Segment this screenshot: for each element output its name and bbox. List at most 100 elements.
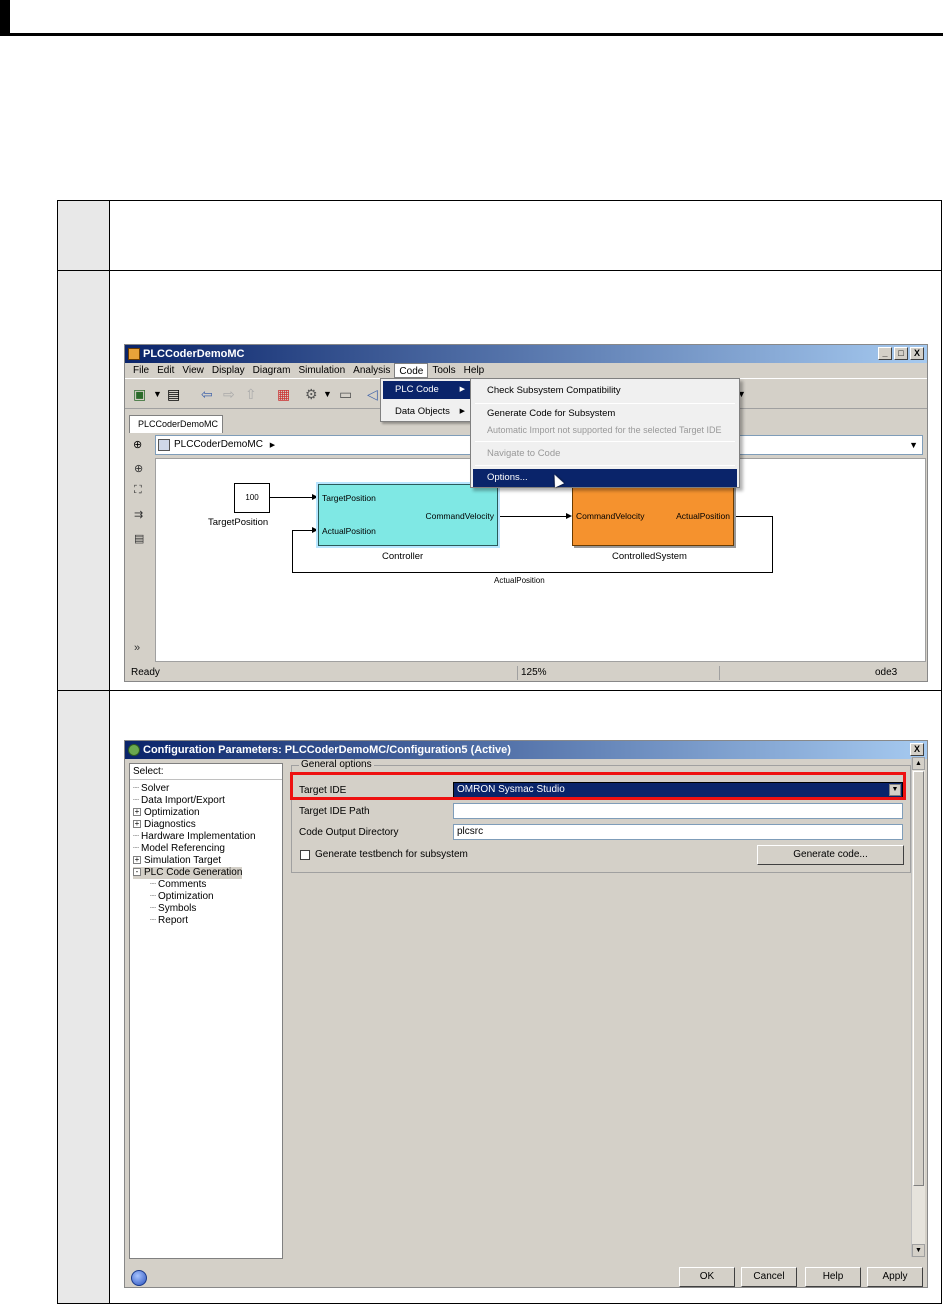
menu-item-check-compatibility[interactable]: Check Subsystem Compatibility bbox=[473, 382, 737, 400]
model-explorer-icon[interactable]: ▭ bbox=[339, 385, 352, 403]
feedback-line[interactable] bbox=[292, 530, 293, 572]
expand-icon[interactable]: + bbox=[133, 856, 141, 865]
tree-item-comments[interactable]: ┈ Comments bbox=[150, 879, 206, 891]
save-icon[interactable]: ▤ bbox=[167, 385, 180, 403]
tree-item-label: Optimization bbox=[144, 807, 200, 818]
config-gear-icon bbox=[128, 744, 140, 756]
scroll-thumb[interactable] bbox=[913, 771, 924, 1186]
tree-connector: ┈ bbox=[133, 843, 140, 854]
tree-connector: ┈ bbox=[150, 903, 157, 914]
expand-icon[interactable]: + bbox=[133, 808, 141, 817]
menu-file[interactable]: File bbox=[129, 363, 153, 378]
breadcrumb[interactable]: PLCCoderDemoMC bbox=[174, 439, 263, 450]
hide-explorer-icon[interactable]: ⊕ bbox=[133, 438, 142, 451]
feedback-line[interactable] bbox=[292, 530, 314, 531]
step-back-icon[interactable]: ◁ bbox=[367, 385, 378, 403]
tree-connector: ┈ bbox=[150, 915, 157, 926]
zoom-level: 125% bbox=[521, 667, 547, 678]
close-button[interactable]: X bbox=[910, 347, 924, 360]
simulink-titlebar[interactable]: PLCCoderDemoMC _ □ X bbox=[125, 345, 927, 363]
signal-route-icon[interactable]: ⇉ bbox=[134, 508, 143, 521]
menu-edit[interactable]: Edit bbox=[153, 363, 178, 378]
settings-gear-icon[interactable]: ⚙ bbox=[305, 385, 318, 403]
controlled-system-subsystem[interactable]: CommandVelocity ActualPosition bbox=[572, 484, 734, 546]
scroll-down-icon[interactable]: ▼ bbox=[912, 1244, 925, 1257]
menu-analysis[interactable]: Analysis bbox=[349, 363, 394, 378]
target-ide-path-input[interactable] bbox=[453, 803, 903, 819]
submenu-arrow-icon: ▶ bbox=[459, 386, 465, 393]
expand-toolstrip-icon[interactable]: » bbox=[134, 642, 140, 654]
dialog-titlebar[interactable]: Configuration Parameters: PLCCoderDemoMC… bbox=[125, 741, 927, 759]
tree-connector: ┈ bbox=[133, 831, 140, 842]
status-text: Ready bbox=[131, 667, 160, 678]
menu-display[interactable]: Display bbox=[208, 363, 249, 378]
tree-item-data-import-export[interactable]: ┈ Data Import/Export bbox=[133, 795, 225, 807]
tree-item-model-referencing[interactable]: ┈ Model Referencing bbox=[133, 843, 225, 855]
scroll-up-icon[interactable]: ▲ bbox=[912, 757, 925, 770]
config-parameters-dialog: Configuration Parameters: PLCCoderDemoMC… bbox=[124, 740, 928, 1288]
signal-line[interactable] bbox=[772, 516, 773, 572]
dialog-close-button[interactable]: X bbox=[910, 743, 924, 756]
tree-item-solver[interactable]: ┈ Solver bbox=[133, 783, 169, 795]
menu-diagram[interactable]: Diagram bbox=[249, 363, 295, 378]
model-canvas[interactable]: 100 TargetPosition TargetPosition Actual… bbox=[155, 458, 926, 662]
controller-subsystem[interactable]: TargetPosition ActualPosition CommandVel… bbox=[316, 482, 500, 548]
new-dropdown-icon[interactable]: ▼ bbox=[153, 385, 162, 403]
menu-view[interactable]: View bbox=[178, 363, 208, 378]
constant-block[interactable]: 100 bbox=[234, 483, 270, 513]
apply-button[interactable]: Apply bbox=[867, 1267, 923, 1287]
code-output-input[interactable]: plcsrc bbox=[453, 824, 903, 840]
menu-item-data-objects[interactable]: Data Objects ▶ bbox=[383, 403, 471, 421]
menu-item-options[interactable]: Options... bbox=[473, 469, 737, 487]
collapse-icon[interactable]: - bbox=[133, 868, 141, 877]
menu-code[interactable]: Code bbox=[394, 363, 429, 378]
up-arrow-icon[interactable]: ⇧ bbox=[245, 385, 257, 403]
tree-item-report[interactable]: ┈ Report bbox=[150, 915, 188, 927]
zoom-icon[interactable]: ⊕ bbox=[134, 462, 143, 475]
help-icon[interactable] bbox=[131, 1270, 147, 1286]
tree-item-hardware[interactable]: ┈ Hardware Implementation bbox=[133, 831, 256, 843]
menu-simulation[interactable]: Simulation bbox=[294, 363, 349, 378]
tree-item-plc-code-generation[interactable]: - PLC Code Generation bbox=[133, 867, 243, 879]
controller-input-port: ActualPosition bbox=[322, 526, 376, 536]
signal-line[interactable] bbox=[734, 516, 772, 517]
menu-separator bbox=[475, 403, 735, 404]
menu-item-label: Data Objects bbox=[395, 406, 450, 417]
menu-item-plc-code[interactable]: PLC Code ▶ bbox=[383, 381, 471, 399]
back-arrow-icon[interactable]: ⇦ bbox=[201, 385, 213, 403]
controller-input-port: TargetPosition bbox=[322, 493, 376, 503]
signal-line[interactable] bbox=[498, 516, 566, 517]
minimize-button[interactable]: _ bbox=[878, 347, 892, 360]
menu-item-automatic-import: Automatic Import not supported for the s… bbox=[487, 425, 722, 435]
ok-button[interactable]: OK bbox=[679, 1267, 735, 1287]
breadcrumb-arrow-icon[interactable]: ▶ bbox=[270, 442, 275, 449]
cancel-button[interactable]: Cancel bbox=[741, 1267, 797, 1287]
menu-tools[interactable]: Tools bbox=[428, 363, 459, 378]
tree-item-label: Model Referencing bbox=[141, 843, 225, 854]
tree-item-diagnostics[interactable]: + Diagnostics bbox=[133, 819, 196, 831]
annotation-icon[interactable]: ▤ bbox=[134, 532, 144, 545]
gear-dropdown-icon[interactable]: ▼ bbox=[323, 385, 332, 403]
testbench-checkbox[interactable] bbox=[300, 850, 310, 860]
forward-arrow-icon[interactable]: ⇨ bbox=[223, 385, 235, 403]
tab-model[interactable]: PLCCoderDemoMC bbox=[129, 415, 223, 433]
generate-code-button[interactable]: Generate code... bbox=[757, 845, 904, 865]
help-button[interactable]: Help bbox=[805, 1267, 861, 1287]
restore-button[interactable]: □ bbox=[894, 347, 908, 360]
feedback-signal-label: ActualPosition bbox=[494, 576, 545, 585]
fit-view-icon[interactable]: ⛶ bbox=[134, 484, 142, 497]
signal-line[interactable] bbox=[270, 497, 314, 498]
menu-help[interactable]: Help bbox=[460, 363, 489, 378]
address-dropdown-icon[interactable]: ▼ bbox=[909, 436, 918, 454]
status-separator bbox=[517, 666, 518, 680]
feedback-line[interactable] bbox=[292, 572, 773, 573]
tree-item-plc-optimization[interactable]: ┈ Optimization bbox=[150, 891, 214, 903]
new-model-icon[interactable]: ▣ bbox=[133, 385, 146, 403]
expand-icon[interactable]: + bbox=[133, 820, 141, 829]
vertical-scrollbar[interactable]: ▲ ▼ bbox=[911, 757, 925, 1257]
tree-item-simulation-target[interactable]: + Simulation Target bbox=[133, 855, 221, 867]
tree-item-symbols[interactable]: ┈ Symbols bbox=[150, 903, 196, 915]
library-browser-icon[interactable]: ▦ bbox=[277, 385, 290, 403]
tree-item-optimization[interactable]: + Optimization bbox=[133, 807, 200, 819]
solver-name: ode3 bbox=[875, 667, 898, 678]
